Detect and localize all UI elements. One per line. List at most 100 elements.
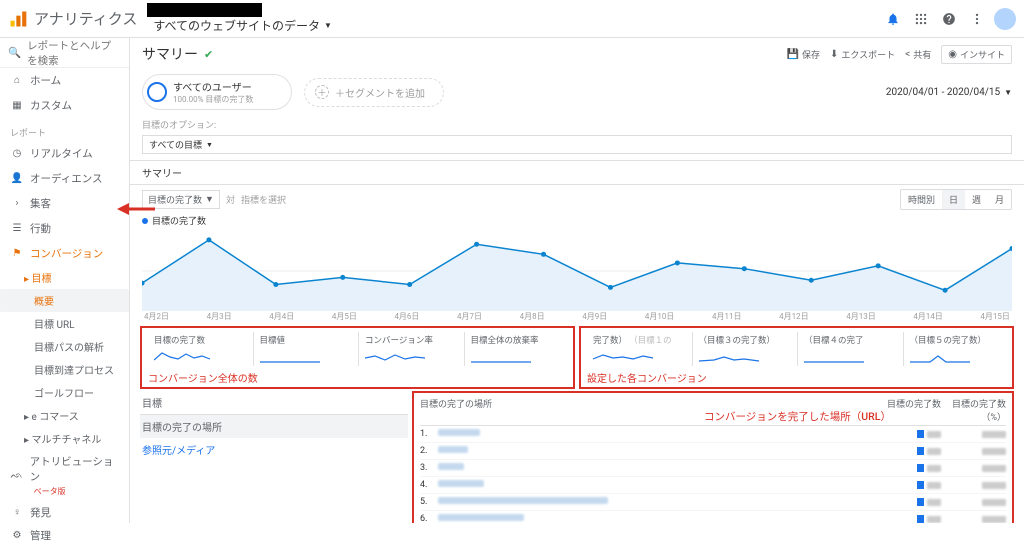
mini-card[interactable]: 目標の完了数 <box>148 332 251 366</box>
apps-grid-icon[interactable] <box>910 8 932 30</box>
attribution-icon: ᨒ <box>10 470 24 481</box>
search-icon: 🔍 <box>8 46 21 59</box>
clock-icon: ◷ <box>10 148 24 159</box>
table-row[interactable]: 6. <box>420 511 1006 523</box>
mini-card[interactable]: （目標５の完了数） <box>903 332 1007 366</box>
home-icon: ⌂ <box>10 75 24 86</box>
page-title: サマリー <box>142 44 198 64</box>
chevron-right-icon: › <box>10 198 24 209</box>
insight-button[interactable]: ◉インサイト <box>941 45 1012 64</box>
compare-metric-link[interactable]: 指標を選択 <box>241 193 286 206</box>
metric-summary-row: 目標の完了数 目標値 コンバージョン率 目標全体の放棄率 コンバージョン全体の数… <box>130 322 1024 391</box>
property-picker[interactable]: すべてのウェブサイトのデータ▼ <box>153 17 332 34</box>
vs-label: 対 <box>226 193 235 206</box>
nav-conversions[interactable]: ⚑コンバージョン <box>0 241 129 266</box>
mini-card[interactable]: （目標４の完了 <box>797 332 901 366</box>
table-row[interactable]: 1. <box>420 426 1006 443</box>
nav-goal-url[interactable]: 目標 URL <box>0 312 129 335</box>
goal-dim-header: 目標 <box>140 391 408 415</box>
nav-goals-overview[interactable]: 概要 <box>0 289 129 312</box>
export-icon: ⬇ <box>830 49 838 60</box>
nav-custom[interactable]: ▦カスタム <box>0 93 129 118</box>
metric-selector-row: 目標の完了数▼ 対 指標を選択 時間別 日 週 月 <box>130 185 1024 210</box>
date-range-picker[interactable]: 2020/04/01 - 2020/04/15▼ <box>886 87 1012 98</box>
nav-goals[interactable]: ▸ 目標 <box>0 266 129 289</box>
summary-section-title: サマリー <box>130 160 1024 185</box>
annotation-totals: コンバージョン全体の数 <box>148 366 567 385</box>
add-segment-button[interactable]: ＋ ＋セグメントを追加 <box>304 78 444 107</box>
nav-goal-path[interactable]: 目標パスの解析 <box>0 335 129 358</box>
nav-reports-label: レポート <box>0 118 129 141</box>
mini-card[interactable]: 完了数） （目標１の <box>587 332 690 366</box>
segment-row: すべてのユーザー100.00% 目標の完了数 ＋ ＋セグメントを追加 2020/… <box>130 70 1024 116</box>
list-icon: ☰ <box>10 223 24 234</box>
export-button[interactable]: ⬇エクスポート <box>830 48 895 61</box>
nav-discover[interactable]: ♀発見 <box>0 501 129 524</box>
nav-goal-flow[interactable]: ゴールフロー <box>0 381 129 404</box>
plus-circle-icon: ＋ <box>315 85 329 99</box>
mini-card[interactable]: 目標値 <box>253 332 357 366</box>
nav-behavior[interactable]: ☰行動 <box>0 216 129 241</box>
time-granularity: 時間別 日 週 月 <box>900 189 1012 210</box>
table-row[interactable]: 5. <box>420 494 1006 511</box>
page-header: サマリー ✔ 💾保存 ⬇エクスポート <共有 ◉インサイト <box>130 38 1024 70</box>
user-icon: 👤 <box>10 173 24 184</box>
gran-hour[interactable]: 時間別 <box>901 190 942 209</box>
bottom-row: 目標 目標の完了の場所 参照元/メディア 目標の完了の場所 目標の完了数 目標の… <box>130 391 1024 523</box>
nav-multichannel[interactable]: ▸ マルチチャネル <box>0 427 129 450</box>
nav-goal-funnel[interactable]: 目標到達プロセス <box>0 358 129 381</box>
insight-icon: ◉ <box>948 49 957 60</box>
annotation-arrow-icon <box>115 201 155 217</box>
share-icon: < <box>905 49 910 60</box>
gran-day[interactable]: 日 <box>942 190 965 209</box>
nav-ecommerce[interactable]: ▸ e コマース <box>0 404 129 427</box>
segment-all-users[interactable]: すべてのユーザー100.00% 目標の完了数 <box>142 74 292 110</box>
legend-dot-icon <box>142 218 148 224</box>
chart-legend: 目標の完了数 <box>130 210 1024 231</box>
dim-source-medium[interactable]: 参照元/メディア <box>140 438 408 461</box>
save-icon: 💾 <box>787 49 799 60</box>
gran-week[interactable]: 週 <box>965 190 988 209</box>
flag-icon: ⚑ <box>10 248 24 259</box>
custom-icon: ▦ <box>10 100 24 111</box>
conversion-totals-box: 目標の完了数 目標値 コンバージョン率 目標全体の放棄率 コンバージョン全体の数 <box>140 326 575 389</box>
per-goal-box: 完了数） （目標１の （目標３の完了数） （目標４の完了 （目標５の完了数） 設… <box>579 326 1014 389</box>
nav-acquisition[interactable]: ›集客 <box>0 191 129 216</box>
segment-circle-icon <box>147 82 167 102</box>
gran-month[interactable]: 月 <box>988 190 1011 209</box>
discover-icon: ♀ <box>10 507 24 518</box>
account-redacted <box>147 3 262 17</box>
top-bar: アナリティクス すべてのウェブサイトのデータ▼ <box>0 0 1024 38</box>
nav-audience[interactable]: 👤オーディエンス <box>0 166 129 191</box>
nav-attribution[interactable]: ᨒアトリビューションベータ版 <box>0 450 129 501</box>
avatar[interactable] <box>994 8 1016 30</box>
sidebar: 🔍 レポートとヘルプを検索 ⌂ホーム ▦カスタム レポート ◷リアルタイム 👤オ… <box>0 38 130 523</box>
goal-dropdown[interactable]: すべての目標▼ <box>142 135 1012 154</box>
save-button[interactable]: 💾保存 <box>787 48 820 61</box>
completion-location-table: 目標の完了の場所 目標の完了数 目標の完了数（%） コンバージョンを完了した場所… <box>412 391 1014 523</box>
nav-home[interactable]: ⌂ホーム <box>0 68 129 93</box>
notifications-icon[interactable] <box>882 8 904 30</box>
table-row[interactable]: 2. <box>420 443 1006 460</box>
table-row[interactable]: 4. <box>420 477 1006 494</box>
search-input[interactable]: 🔍 レポートとヘルプを検索 <box>0 38 129 68</box>
nav-realtime[interactable]: ◷リアルタイム <box>0 141 129 166</box>
goal-option-label: 目標のオプション: <box>130 116 1024 133</box>
line-chart: 4月2日4月3日4月4日4月5日4月6日4月7日4月8日4月9日4月10日4月1… <box>142 231 1012 322</box>
mini-card[interactable]: （目標３の完了数） <box>692 332 796 366</box>
dim-completion-location[interactable]: 目標の完了の場所 <box>140 415 408 438</box>
main-content: サマリー ✔ 💾保存 ⬇エクスポート <共有 ◉インサイト すべてのユーザー10… <box>130 38 1024 523</box>
mini-card[interactable]: コンバージョン率 <box>358 332 462 366</box>
gear-icon: ⚙ <box>10 530 24 541</box>
share-button[interactable]: <共有 <box>905 48 931 61</box>
table-row[interactable]: 3. <box>420 460 1006 477</box>
annotation-completion-url: コンバージョンを完了した場所（URL） <box>704 409 891 424</box>
verified-check-icon: ✔ <box>204 48 213 61</box>
help-icon[interactable] <box>938 8 960 30</box>
annotation-per-goal: 設定した各コンバージョン <box>587 366 1006 385</box>
nav-admin[interactable]: ⚙管理 <box>0 524 129 547</box>
feedback-icon[interactable] <box>966 8 988 30</box>
brand-title: アナリティクス <box>34 8 137 29</box>
ga-logo-icon <box>8 9 28 29</box>
mini-card[interactable]: 目標全体の放棄率 <box>464 332 568 366</box>
